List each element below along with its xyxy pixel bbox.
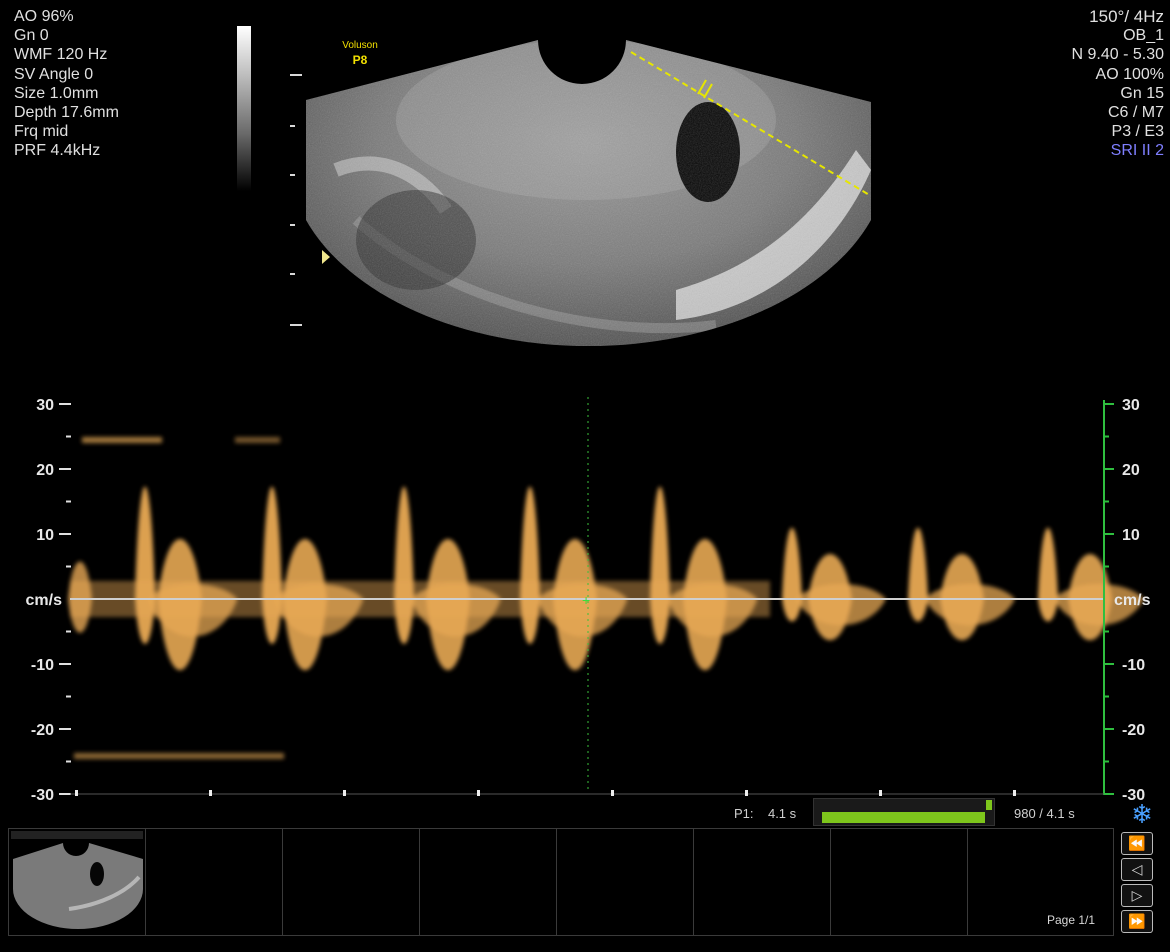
param-sri: SRI II 2: [1110, 142, 1164, 160]
time-tick: [477, 790, 480, 796]
time-tick: [75, 790, 78, 796]
alias-strip: [74, 753, 284, 759]
time-tick: [611, 790, 614, 796]
time-tick: [343, 790, 346, 796]
spectrum-segment: [68, 561, 92, 633]
p1-value: 4.1 s: [767, 806, 797, 821]
param-sv-angle: SV Angle 0: [14, 65, 94, 83]
thumbnail-strip: [8, 828, 1114, 936]
param-depth: Depth 17.6mm: [14, 104, 119, 122]
spectrum-segment: [135, 486, 155, 644]
param-map: C6 / M7: [1107, 104, 1164, 122]
param-persistence: P3 / E3: [1111, 123, 1164, 141]
thumbnail-slot-7[interactable]: [831, 829, 968, 935]
imaging-parameters-panel: 150°/ 4Hz OB_1 N 9.40 - 5.30 AO 100% Gn …: [1072, 7, 1165, 161]
right-tick-label: 20: [1122, 462, 1140, 479]
time-tick: [1013, 790, 1016, 796]
spectrum-segment: [411, 584, 501, 637]
param-prf: PRF 4.4kHz: [14, 142, 101, 160]
thumbnail-slot-1[interactable]: [9, 829, 146, 935]
param-preset: OB_1: [1123, 27, 1164, 45]
param-size: Size 1.0mm: [14, 84, 99, 102]
doppler-parameters-panel: AO 96% Gn 0 WMF 120 Hz SV Angle 0 Size 1…: [14, 7, 119, 161]
right-tick-label: 10: [1122, 527, 1140, 544]
fast-forward-icon[interactable]: ⏩: [1121, 910, 1153, 933]
thumbnail-slot-3[interactable]: [283, 829, 420, 935]
cine-progress-fill: [822, 812, 985, 823]
b-mode-sector: [306, 40, 872, 347]
left-tick-label: cm/s: [26, 592, 63, 609]
spectrum-segment: [925, 584, 1015, 626]
param-frequency: Frq mid: [14, 123, 69, 141]
step-back-icon[interactable]: ◁: [1121, 858, 1153, 881]
depth-tick: [290, 174, 295, 176]
time-axis: [70, 790, 1104, 796]
left-tick-label: 20: [36, 462, 54, 479]
grayscale-bar: [237, 26, 251, 191]
doppler-spectrum-svg: + 30 20 10 cm/s -10 -20 -30 30 20 10 cm/s -10 -20 -3…: [26, 397, 1151, 800]
alias-strip: [235, 437, 280, 443]
time-tick: [745, 790, 748, 796]
param-gain: Gn 15: [1120, 84, 1164, 102]
thumbnail-slot-5[interactable]: [557, 829, 694, 935]
right-tick-label: -10: [1122, 657, 1145, 674]
spectrum-segment: [908, 527, 928, 622]
time-tick: [879, 790, 882, 796]
param-gain: Gn 0: [14, 27, 49, 45]
freeze-snowflake-icon[interactable]: ❄: [1128, 800, 1156, 828]
param-frequency-range: N 9.40 - 5.30: [1071, 46, 1165, 64]
p1-label: P1:: [734, 806, 754, 821]
depth-tick: [290, 273, 295, 275]
spectrum-segment: [796, 584, 886, 626]
left-tick-label: 10: [36, 527, 54, 544]
left-tick-label: -10: [31, 657, 54, 674]
cine-handle[interactable]: [986, 800, 992, 810]
spectrum-segment: [667, 584, 758, 637]
spectrum-segment: [520, 486, 540, 644]
right-tick-label: 30: [1122, 397, 1140, 414]
rewind-icon[interactable]: ⏪: [1121, 832, 1153, 855]
param-wmf: WMF 120 Hz: [14, 46, 108, 64]
depth-tick: [290, 224, 295, 226]
spectrum-segment: [394, 486, 414, 644]
cursor-cross-icon: +: [582, 592, 590, 608]
step-forward-icon[interactable]: ▷: [1121, 884, 1153, 907]
param-angle-rate: 150°/ 4Hz: [1089, 7, 1164, 26]
param-ao: AO 100%: [1095, 65, 1164, 83]
spectrum-segment: [262, 486, 282, 644]
thumbnail-slot-2[interactable]: [146, 829, 283, 935]
cine-time-label: P1: 4.1 s: [734, 806, 796, 821]
thumbnail-slot-6[interactable]: [694, 829, 831, 935]
right-tick-label: cm/s: [1114, 592, 1151, 609]
doppler-spectrum[interactable]: + 30 20 10 cm/s -10 -20 -30 30 20 10 cm/s -10 -20 -3…: [0, 392, 1170, 800]
alias-strip: [82, 437, 162, 443]
spectrum-segment: [650, 486, 670, 644]
spectrum-segment: [147, 584, 238, 637]
page-indicator: Page 1/1: [1047, 913, 1096, 927]
thumbnail-slot-4[interactable]: [420, 829, 557, 935]
left-tick-label: 30: [36, 397, 54, 414]
left-velocity-scale: 30 20 10 cm/s -10 -20 -30: [26, 397, 71, 800]
thumbnail-image: [11, 831, 143, 929]
cine-progress-bar[interactable]: [813, 798, 995, 826]
depth-tick: [290, 125, 295, 127]
param-ao: AO 96%: [14, 8, 74, 25]
b-mode-image[interactable]: [296, 40, 876, 380]
time-tick: [209, 790, 212, 796]
left-tick-label: -30: [31, 787, 54, 800]
spectrum-segment: [782, 527, 802, 622]
spectrum-segment: [1038, 527, 1058, 622]
frame-counter: 980 / 4.1 s: [1014, 806, 1075, 821]
right-tick-label: -20: [1122, 722, 1145, 739]
left-tick-label: -20: [31, 722, 54, 739]
